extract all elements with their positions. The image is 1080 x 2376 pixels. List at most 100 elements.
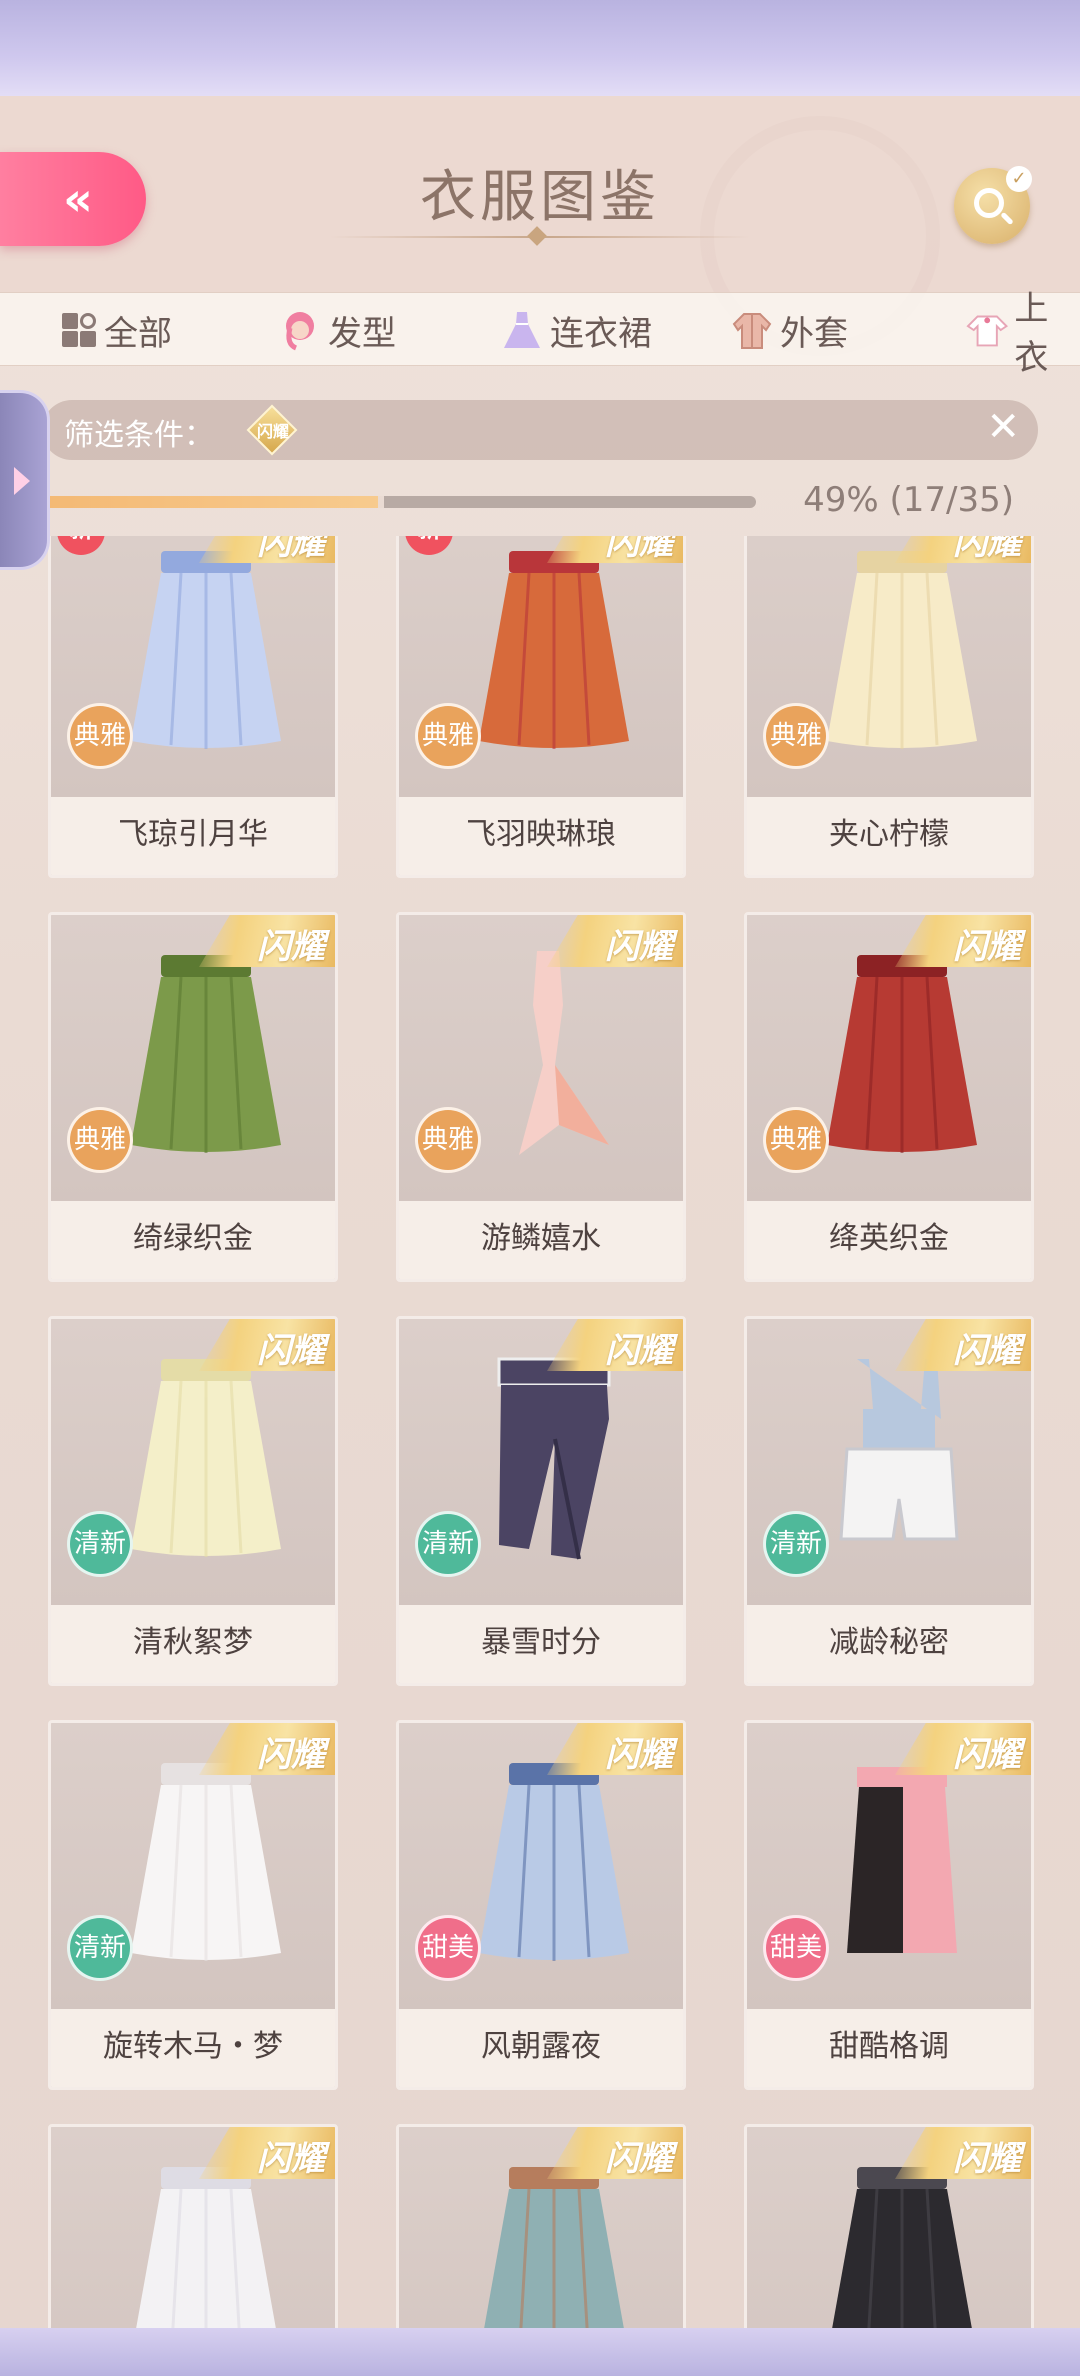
shine-label: 闪耀 <box>605 536 673 563</box>
tab-top[interactable]: 上衣 <box>966 289 1080 378</box>
tab-label: 连衣裙 <box>550 313 652 354</box>
top-frame <box>0 0 1080 96</box>
skirt-icon <box>832 2167 972 2328</box>
style-badge: 甜美 <box>763 1915 829 1981</box>
shine-label: 闪耀 <box>257 536 325 563</box>
item-card[interactable]: 闪耀 <box>744 2124 1034 2328</box>
wardrobe-page: « 衣服图鉴 ✓ 全部 发型 连衣裙 外套 上衣 筛选条件： 闪耀 ✕ 49% … <box>0 96 1080 2328</box>
style-badge: 典雅 <box>67 703 133 769</box>
skirt-icon <box>484 2167 624 2328</box>
item-card[interactable]: 闪耀清新旋转木马・梦 <box>48 1720 338 2090</box>
item-card[interactable]: 闪耀清新清秋絮梦 <box>48 1316 338 1686</box>
item-name: 清秋絮梦 <box>51 1605 335 1683</box>
shine-label: 闪耀 <box>605 1735 673 1775</box>
page-title: 衣服图鉴 <box>420 165 660 230</box>
style-badge: 典雅 <box>415 1107 481 1173</box>
skirt-icon <box>479 551 629 749</box>
check-icon: ✓ <box>1006 166 1032 192</box>
style-badge: 清新 <box>415 1511 481 1577</box>
grid-icon <box>60 311 98 349</box>
item-card[interactable]: 闪耀 <box>48 2124 338 2328</box>
back-button[interactable]: « <box>0 152 146 246</box>
item-name: 旋转木马・梦 <box>51 2009 335 2087</box>
filter-label: 筛选条件： <box>64 418 214 453</box>
coat-icon <box>732 313 772 349</box>
skirt-icon <box>131 551 281 749</box>
item-card[interactable]: 闪耀新典雅飞琼引月华 <box>48 536 338 878</box>
skirt-icon <box>479 1763 629 1961</box>
shine-label: 闪耀 <box>605 927 673 967</box>
progress-fill <box>26 496 384 508</box>
tab-label: 外套 <box>780 313 848 354</box>
tab-all[interactable]: 全部 <box>60 305 172 355</box>
filter-bar: 筛选条件： 闪耀 ✕ <box>42 400 1038 460</box>
skirt-icon <box>847 1767 957 1953</box>
item-card[interactable]: 闪耀甜美风朝露夜 <box>396 1720 686 2090</box>
skirt-icon <box>131 955 281 1153</box>
style-badge: 清新 <box>763 1511 829 1577</box>
category-tabs: 全部 发型 连衣裙 外套 上衣 <box>0 289 1080 378</box>
tab-label: 上衣 <box>1014 289 1049 378</box>
tab-coat[interactable]: 外套 <box>730 305 848 355</box>
shine-label: 闪耀 <box>257 2139 325 2179</box>
item-name: 减龄秘密 <box>747 1605 1031 1683</box>
style-badge: 甜美 <box>415 1915 481 1981</box>
item-name: 游鳞嬉水 <box>399 1201 683 1279</box>
shine-label: 闪耀 <box>953 1331 1021 1371</box>
item-card[interactable]: 闪耀甜美甜酷格调 <box>744 1720 1034 2090</box>
item-card[interactable]: 闪耀典雅夹心柠檬 <box>744 536 1034 878</box>
style-badge: 清新 <box>67 1915 133 1981</box>
skirt-icon <box>131 1763 281 1961</box>
item-name: 风朝露夜 <box>399 2009 683 2087</box>
item-grid: 闪耀新典雅飞琼引月华 闪耀新典雅飞羽映琳琅 闪耀典雅夹心柠檬 闪耀典雅绮绿织金 … <box>0 536 1080 2328</box>
item-card[interactable]: 闪耀典雅游鳞嬉水 <box>396 912 686 1282</box>
item-name: 绛英织金 <box>747 1201 1031 1279</box>
overalls-icon <box>839 1359 959 1541</box>
dress-icon <box>504 312 540 348</box>
tab-label: 发型 <box>328 313 396 354</box>
item-card[interactable]: 闪耀清新减龄秘密 <box>744 1316 1034 1686</box>
shine-label: 闪耀 <box>953 536 1021 563</box>
item-card[interactable]: 闪耀典雅绛英织金 <box>744 912 1034 1282</box>
shine-label: 闪耀 <box>953 2139 1021 2179</box>
header: « 衣服图鉴 ✓ <box>0 96 1080 292</box>
shine-label: 闪耀 <box>257 927 325 967</box>
item-name: 飞琼引月华 <box>51 797 335 875</box>
shirt-icon <box>966 315 1009 347</box>
shine-label: 闪耀 <box>953 927 1021 967</box>
shine-label: 闪耀 <box>605 2139 673 2179</box>
style-badge: 典雅 <box>67 1107 133 1173</box>
search-icon <box>974 188 1004 218</box>
shine-label: 闪耀 <box>257 1331 325 1371</box>
tab-label: 全部 <box>104 313 172 354</box>
style-badge: 清新 <box>67 1511 133 1577</box>
item-name: 甜酷格调 <box>747 2009 1031 2087</box>
clear-filter-button[interactable]: ✕ <box>986 404 1020 450</box>
bottom-frame <box>0 2328 1080 2376</box>
item-card[interactable]: 闪耀 <box>396 2124 686 2328</box>
skirt-icon <box>827 551 977 749</box>
collection-progress-bar <box>26 496 756 508</box>
item-name: 夹心柠檬 <box>747 797 1031 875</box>
tab-hair[interactable]: 发型 <box>278 305 396 355</box>
tab-dress[interactable]: 连衣裙 <box>500 305 652 355</box>
style-badge: 典雅 <box>763 1107 829 1173</box>
item-name: 绮绿织金 <box>51 1201 335 1279</box>
shine-label: 闪耀 <box>257 1735 325 1775</box>
style-badge: 典雅 <box>415 703 481 769</box>
search-button[interactable]: ✓ <box>954 166 1032 244</box>
skirt-icon <box>827 955 977 1153</box>
shine-label: 闪耀 <box>953 1735 1021 1775</box>
style-badge: 典雅 <box>763 703 829 769</box>
item-card[interactable]: 闪耀新典雅飞羽映琳琅 <box>396 536 686 878</box>
item-card[interactable]: 闪耀典雅绮绿织金 <box>48 912 338 1282</box>
item-name: 暴雪时分 <box>399 1605 683 1683</box>
side-drawer-toggle[interactable] <box>0 390 50 570</box>
pants-icon <box>497 1357 611 1560</box>
progress-text: 49% (17/35) <box>803 480 1014 520</box>
filter-chip-shine[interactable]: 闪耀 <box>246 404 298 456</box>
item-card[interactable]: 闪耀清新暴雪时分 <box>396 1316 686 1686</box>
hair-icon <box>286 312 314 351</box>
skirt-icon <box>131 1359 281 1557</box>
shine-label: 闪耀 <box>605 1331 673 1371</box>
